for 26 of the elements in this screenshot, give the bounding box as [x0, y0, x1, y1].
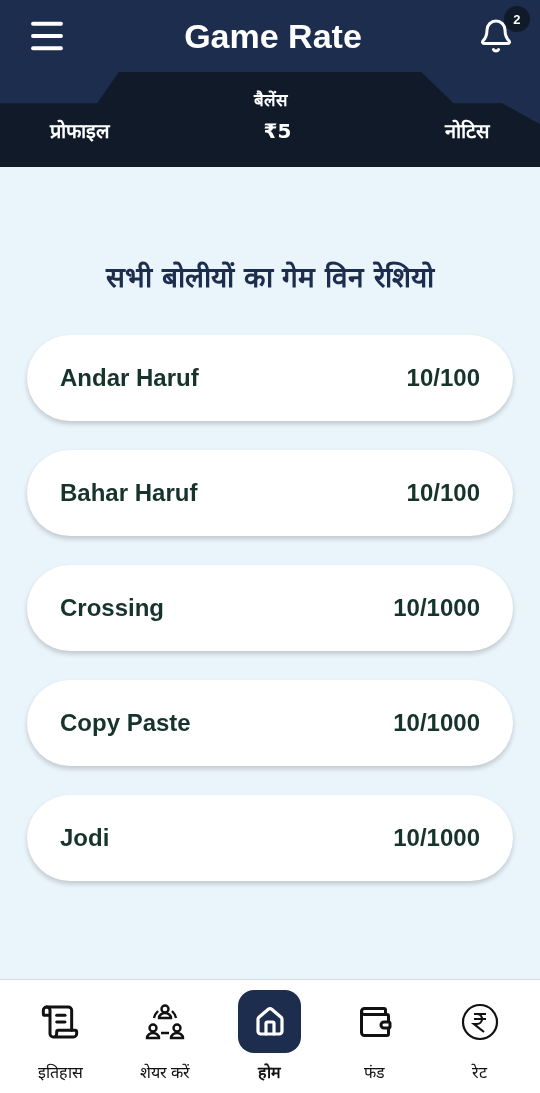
game-name: Jodi — [60, 824, 110, 852]
nav-item[interactable]: इतिहास — [10, 990, 111, 1083]
notice-link[interactable]: नोटिस — [445, 117, 490, 144]
nav-item[interactable]: होम — [220, 990, 320, 1083]
notification-button[interactable]: 2 — [478, 6, 530, 54]
nav-item[interactable]: रेट — [429, 990, 530, 1083]
game-rate: 10/100 — [406, 479, 480, 507]
people-icon — [145, 1001, 186, 1042]
page-title: Game Rate — [184, 16, 362, 56]
game-rate: 10/1000 — [393, 824, 480, 852]
game-rate: 10/1000 — [393, 709, 480, 737]
game-name: Bahar Haruf — [60, 479, 198, 507]
rupee-icon — [460, 1002, 499, 1041]
game-name: Andar Haruf — [60, 364, 199, 392]
section-heading: सभी बोलीयों का गेम विन रेशियो — [106, 260, 434, 295]
profile-link[interactable]: प्रोफाइल — [50, 117, 110, 144]
game-name: Copy Paste — [60, 709, 191, 737]
notification-badge: 2 — [504, 6, 530, 32]
balance-amount: ₹5 — [263, 118, 292, 143]
balance-label: बैलेंस — [253, 89, 287, 111]
nav-item[interactable]: शेयर करें — [115, 990, 216, 1083]
game-rate: 10/100 — [406, 364, 480, 392]
game-name: Crossing — [60, 594, 164, 622]
nav-item[interactable]: फंड — [324, 990, 425, 1083]
home-icon — [254, 1005, 286, 1038]
game-rate: 10/1000 — [393, 594, 480, 622]
